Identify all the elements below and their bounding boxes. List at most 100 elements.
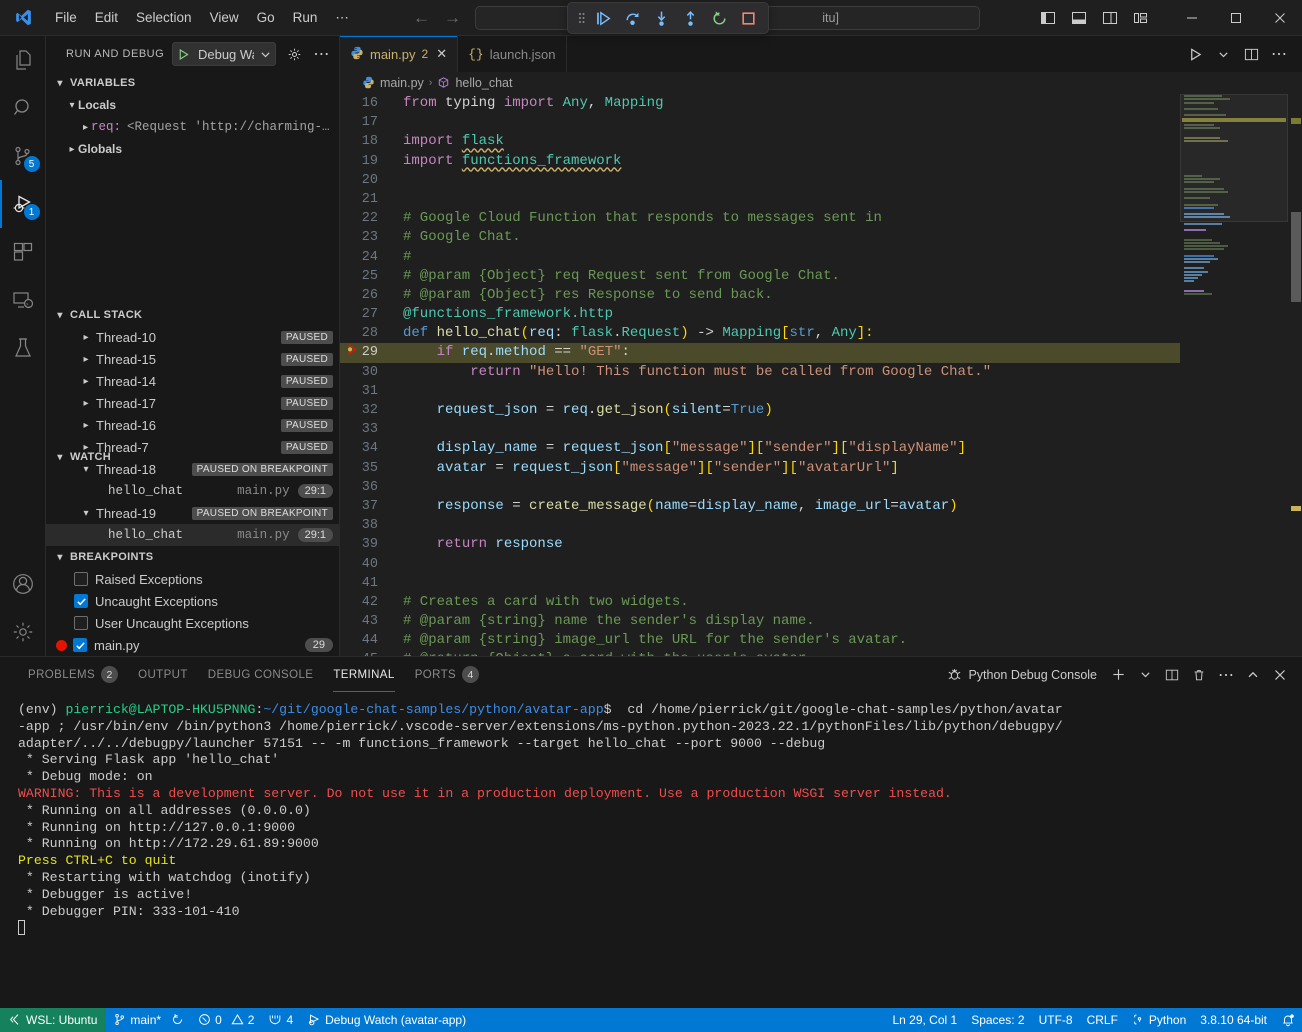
activity-item-search[interactable]: [0, 84, 46, 132]
call-stack-frame[interactable]: hello_chat main.py 29:1: [46, 480, 339, 502]
code-line[interactable]: 38: [340, 516, 1180, 535]
activity-item-manage[interactable]: [0, 608, 46, 656]
code-line[interactable]: 34 display_name = request_json["message"…: [340, 439, 1180, 458]
split-editor-button[interactable]: [1238, 41, 1264, 67]
call-stack-section-header[interactable]: ▾ CALL STACK: [46, 304, 339, 326]
code-line[interactable]: 44# @param {string} image_url the URL fo…: [340, 631, 1180, 650]
breadcrumb-symbol[interactable]: hello_chat: [455, 76, 512, 90]
toggle-panel-icon[interactable]: [1066, 5, 1092, 31]
minimap-slider[interactable]: [1180, 94, 1288, 222]
activity-item-testing[interactable]: [0, 324, 46, 372]
code-line[interactable]: 18import flask: [340, 132, 1180, 151]
activity-item-explorer[interactable]: [0, 36, 46, 84]
launch-configuration-select[interactable]: Debug Wat: [172, 42, 276, 66]
window-maximize-button[interactable]: [1214, 0, 1258, 36]
status-cursor-position[interactable]: Ln 29, Col 1: [885, 1008, 964, 1032]
new-terminal-button[interactable]: [1106, 663, 1130, 687]
status-notifications[interactable]: [1274, 1008, 1302, 1032]
run-python-file-button[interactable]: [1182, 41, 1208, 67]
forward-arrow-icon[interactable]: →: [444, 8, 461, 28]
stop-button[interactable]: [735, 5, 762, 31]
code-line[interactable]: 40: [340, 555, 1180, 574]
terminal-dropdown-button[interactable]: [1133, 663, 1157, 687]
menu-run[interactable]: Run: [284, 5, 327, 31]
toggle-primary-sidebar-icon[interactable]: [1035, 5, 1061, 31]
variables-scope-locals[interactable]: ▾ Locals: [46, 94, 339, 116]
status-remote-indicator[interactable]: WSL: Ubuntu: [0, 1008, 106, 1032]
status-branch[interactable]: main*: [106, 1008, 191, 1032]
activity-item-source-control[interactable]: 5: [0, 132, 46, 180]
debug-settings-gear-icon[interactable]: [284, 43, 303, 65]
status-encoding[interactable]: UTF-8: [1032, 1008, 1080, 1032]
code-line[interactable]: 26# @param {Object} res Response to send…: [340, 286, 1180, 305]
breakpoint-row-main-py[interactable]: main.py 29: [46, 634, 339, 656]
code-line[interactable]: 33: [340, 420, 1180, 439]
kill-terminal-button[interactable]: [1187, 663, 1211, 687]
call-stack-thread[interactable]: ▾ Thread-18 PAUSED ON BREAKPOINT: [46, 458, 339, 480]
menu-go[interactable]: Go: [248, 5, 284, 31]
maximize-panel-button[interactable]: [1241, 663, 1265, 687]
code-line[interactable]: 22# Google Cloud Function that responds …: [340, 209, 1180, 228]
sidebar-more-actions-icon[interactable]: ⋯: [312, 43, 331, 65]
code-line[interactable]: 45# @return {Object} a card with the use…: [340, 650, 1180, 656]
call-stack-thread[interactable]: ▾ Thread-19 PAUSED ON BREAKPOINT: [46, 502, 339, 524]
window-minimize-button[interactable]: [1170, 0, 1214, 36]
panel-tab-terminal[interactable]: TERMINAL: [323, 657, 404, 692]
breakpoint-checkbox[interactable]: [73, 638, 87, 652]
status-debug-session[interactable]: Debug Watch (avatar-app): [300, 1008, 473, 1032]
activity-item-accounts[interactable]: [0, 560, 46, 608]
menu-more[interactable]: ⋯: [326, 5, 358, 31]
panel-more-button[interactable]: ⋯: [1214, 663, 1238, 687]
code-line[interactable]: 19import functions_framework: [340, 152, 1180, 171]
breakpoint-checkbox[interactable]: [74, 616, 88, 630]
drag-grip-icon[interactable]: [574, 10, 588, 26]
call-stack-thread[interactable]: ▸ Thread-15 PAUSED: [46, 348, 339, 370]
variable-row-req[interactable]: ▸ req: <Request 'http://charming-tro…: [46, 116, 339, 138]
step-into-button[interactable]: [648, 5, 675, 31]
menu-edit[interactable]: Edit: [86, 5, 127, 31]
code-line[interactable]: 35 avatar = request_json["message"]["sen…: [340, 459, 1180, 478]
breadcrumb-file[interactable]: main.py: [380, 76, 424, 90]
code-line[interactable]: 27@functions_framework.http: [340, 305, 1180, 324]
breakpoint-checkbox[interactable]: [74, 594, 88, 608]
breakpoint-row-uncaught-exceptions[interactable]: Uncaught Exceptions: [46, 590, 339, 612]
code-line[interactable]: 24#: [340, 248, 1180, 267]
call-stack-thread[interactable]: ▸ Thread-7 PAUSED: [46, 436, 339, 458]
back-arrow-icon[interactable]: ←: [413, 8, 430, 28]
step-over-button[interactable]: [619, 5, 646, 31]
code-line[interactable]: 16from typing import Any, Mapping: [340, 94, 1180, 113]
tab-main-py[interactable]: main.py 2 ✕: [340, 36, 458, 72]
status-ports[interactable]: 4: [261, 1008, 300, 1032]
code-line[interactable]: 30 return "Hello! This function must be …: [340, 363, 1180, 382]
code-lines-container[interactable]: 16from typing import Any, Mapping1718imp…: [340, 94, 1180, 656]
code-line[interactable]: 43# @param {string} name the sender's di…: [340, 612, 1180, 631]
code-line[interactable]: 37 response = create_message(name=displa…: [340, 497, 1180, 516]
code-line[interactable]: 41: [340, 574, 1180, 593]
activity-item-run-and-debug[interactable]: 1: [0, 180, 46, 228]
panel-tab-debug-console[interactable]: DEBUG CONSOLE: [198, 657, 324, 692]
code-line[interactable]: 32 request_json = req.get_json(silent=Tr…: [340, 401, 1180, 420]
code-line[interactable]: 42# Creates a card with two widgets.: [340, 593, 1180, 612]
code-line[interactable]: 28def hello_chat(req: flask.Request) -> …: [340, 324, 1180, 343]
restart-button[interactable]: [706, 5, 733, 31]
code-editor[interactable]: 16from typing import Any, Mapping1718imp…: [340, 94, 1302, 656]
editor-overview-ruler[interactable]: [1288, 94, 1302, 656]
terminal-output[interactable]: (env) pierrick@LAPTOP-HKU5PNNG:~/git/goo…: [0, 692, 1302, 1008]
code-line[interactable]: 17: [340, 113, 1180, 132]
activity-item-extensions[interactable]: [0, 228, 46, 276]
active-terminal-label-group[interactable]: Python Debug Console: [947, 667, 1097, 682]
panel-tab-problems[interactable]: PROBLEMS 2: [18, 657, 128, 692]
call-stack-thread[interactable]: ▸ Thread-16 PAUSED: [46, 414, 339, 436]
sync-icon[interactable]: [171, 1013, 184, 1027]
panel-tab-ports[interactable]: PORTS 4: [405, 657, 489, 692]
debug-toolbar[interactable]: [567, 2, 769, 34]
status-problems[interactable]: 0 2: [191, 1008, 261, 1032]
tab-close-icon[interactable]: ✕: [436, 46, 447, 62]
code-line[interactable]: 36: [340, 478, 1180, 497]
menu-file[interactable]: File: [46, 5, 86, 31]
menu-selection[interactable]: Selection: [127, 5, 201, 31]
continue-button[interactable]: [590, 5, 617, 31]
code-line[interactable]: 20: [340, 171, 1180, 190]
play-icon[interactable]: [173, 48, 194, 61]
status-language-mode[interactable]: Python: [1125, 1008, 1193, 1032]
